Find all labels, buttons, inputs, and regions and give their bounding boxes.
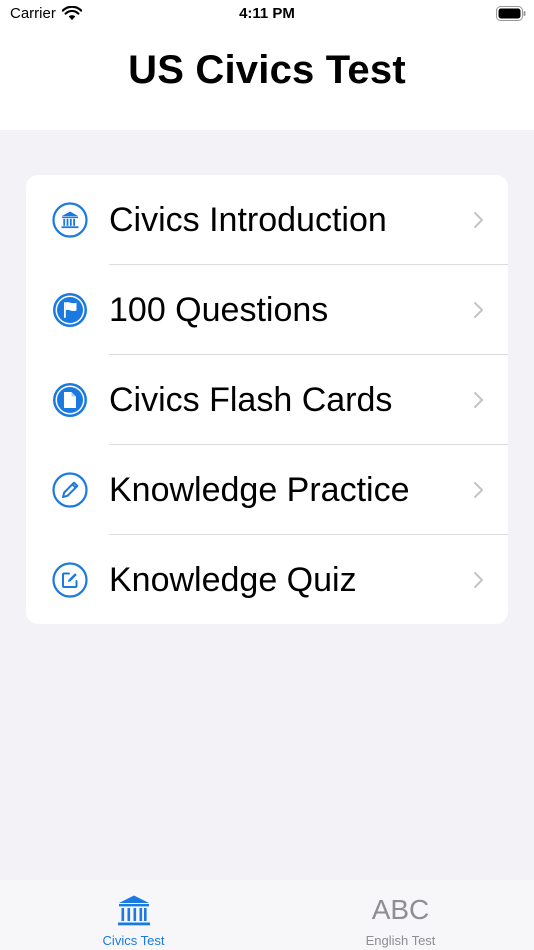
building-columns-icon bbox=[118, 895, 150, 926]
tab-english-test[interactable]: ABC English Test bbox=[267, 880, 534, 950]
menu-list: Civics Introduction 100 Questions Civics… bbox=[26, 175, 508, 624]
battery-icon bbox=[496, 6, 526, 21]
status-time: 4:11 PM bbox=[239, 5, 295, 22]
chevron-right-icon bbox=[474, 572, 483, 588]
status-bar: Carrier 4:11 PM bbox=[0, 0, 534, 28]
tab-civics-test[interactable]: Civics Test bbox=[0, 880, 267, 950]
chevron-right-icon bbox=[474, 302, 483, 318]
menu-item-knowledge-quiz[interactable]: Knowledge Quiz bbox=[26, 535, 508, 624]
chevron-right-icon bbox=[474, 482, 483, 498]
header-area: Carrier 4:11 PM US Civics Test bbox=[0, 0, 534, 130]
page-title: US Civics Test bbox=[128, 48, 406, 92]
menu-item-label: Civics Flash Cards bbox=[109, 381, 393, 419]
pencil-icon bbox=[52, 472, 88, 508]
flag-icon bbox=[53, 293, 87, 327]
menu-item-label: Knowledge Quiz bbox=[109, 561, 357, 599]
chevron-right-icon bbox=[474, 212, 483, 228]
menu-item-label: 100 Questions bbox=[109, 291, 329, 329]
tab-label: English Test bbox=[365, 933, 436, 948]
menu-item-100-questions[interactable]: 100 Questions bbox=[26, 265, 508, 355]
square-pencil-icon bbox=[52, 562, 88, 598]
document-icon bbox=[53, 383, 87, 417]
menu-item-knowledge-practice[interactable]: Knowledge Practice bbox=[26, 445, 508, 535]
tab-bar: Civics Test ABC English Test bbox=[0, 880, 534, 950]
menu-item-civics-introduction[interactable]: Civics Introduction bbox=[26, 175, 508, 265]
menu-item-civics-flash-cards[interactable]: Civics Flash Cards bbox=[26, 355, 508, 445]
building-columns-icon bbox=[52, 202, 88, 238]
chevron-right-icon bbox=[474, 392, 483, 408]
menu-item-label: Civics Introduction bbox=[109, 201, 387, 239]
menu-item-label: Knowledge Practice bbox=[109, 471, 410, 509]
tab-label: Civics Test bbox=[102, 933, 165, 948]
abc-icon: ABC bbox=[371, 894, 430, 925]
